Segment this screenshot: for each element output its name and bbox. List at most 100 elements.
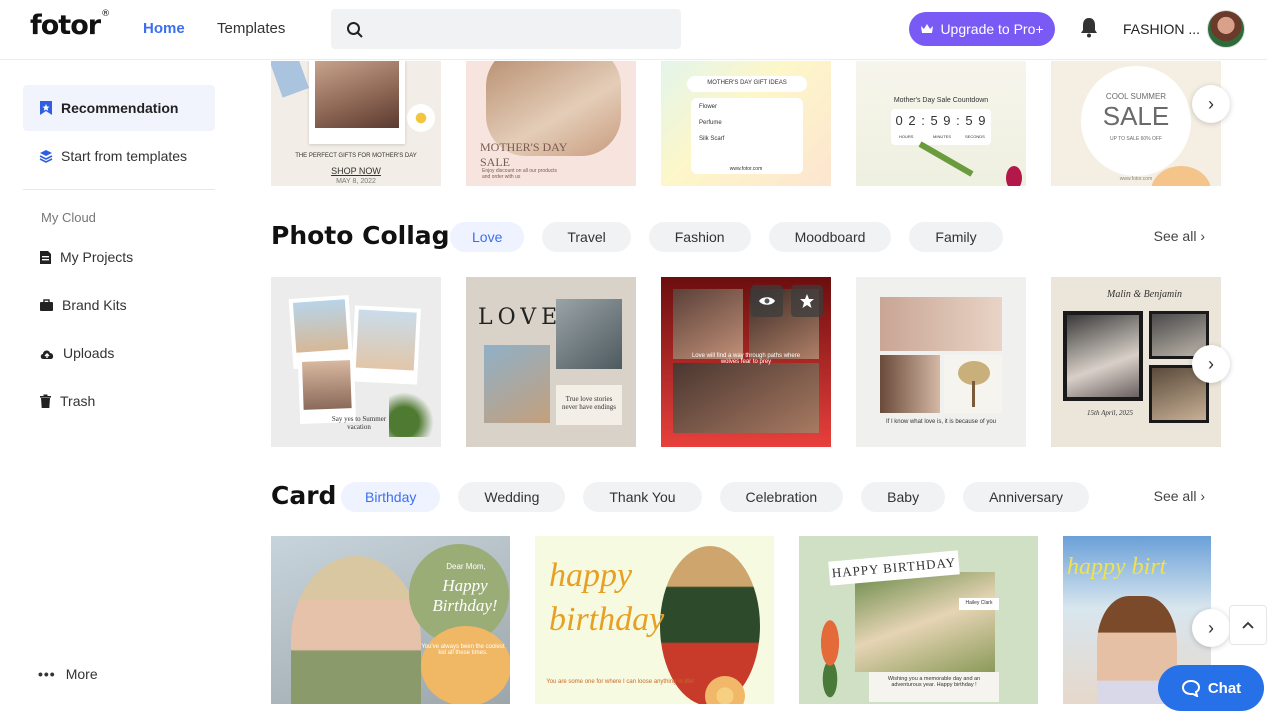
- template-card[interactable]: Mother's Day Sale Countdown 0 2 : 5 9 : …: [856, 61, 1026, 186]
- preview-button[interactable]: [751, 285, 783, 317]
- chip-birthday[interactable]: Birthday: [341, 482, 441, 512]
- list-item: Perfume: [699, 120, 722, 126]
- couple-photo: [673, 363, 819, 433]
- collage-template[interactable]: LOVE True love stories never have ending…: [466, 277, 636, 447]
- sidebar-item-start-from-templates[interactable]: Start from templates: [23, 133, 215, 179]
- scroll-to-top-button[interactable]: [1229, 605, 1267, 645]
- more-dots-icon: •••: [38, 666, 56, 682]
- template-header-pill: MOTHER'S DAY GIFT IDEAS: [687, 76, 807, 92]
- collage-caption: If I know what love is, it is because of…: [885, 419, 997, 425]
- list-item: Flower: [699, 104, 718, 110]
- see-all-link[interactable]: See all ›: [1154, 488, 1205, 504]
- sidebar-item-recommendation[interactable]: Recommendation: [23, 85, 215, 131]
- nav-templates[interactable]: Templates: [217, 20, 285, 37]
- collage-caption: Say yes to Summer vacation: [331, 415, 387, 431]
- eye-icon: [759, 297, 775, 305]
- chat-button[interactable]: Chat: [1158, 665, 1264, 711]
- favorite-button[interactable]: [791, 285, 823, 317]
- star-icon: [800, 294, 814, 308]
- name-tag: Hailey Clark: [959, 598, 999, 610]
- collage-template[interactable]: Love will find a way through paths where…: [661, 277, 831, 447]
- sidebar-item-trash[interactable]: Trash: [23, 378, 215, 424]
- note-paper: True love stories never have endings: [556, 385, 622, 425]
- card-tag: Hailey Clark: [965, 600, 993, 606]
- card-body: You've always been the coolest kid all t…: [421, 644, 505, 656]
- chip-love[interactable]: Love: [450, 222, 525, 252]
- collage-row: Say yes to Summer vacation LOVE True lov…: [271, 277, 1221, 447]
- template-url: www.fotor.com: [1119, 176, 1153, 182]
- chip-moodboard[interactable]: Moodboard: [768, 222, 892, 252]
- card-template[interactable]: HAPPY BIRTHDAY Hailey Clark Wishing you …: [799, 536, 1038, 704]
- trash-icon: [40, 394, 51, 408]
- sidebar-item-uploads[interactable]: Uploads: [23, 330, 215, 376]
- nav-home[interactable]: Home: [143, 20, 185, 37]
- chip-celebration[interactable]: Celebration: [719, 482, 844, 512]
- portrait-photo: [880, 297, 1002, 351]
- see-all-label: See all: [1153, 488, 1197, 504]
- card-title: Happy Birthday!: [432, 576, 498, 615]
- paint-stroke: [271, 61, 309, 98]
- collage-template[interactable]: If I know what love is, it is because of…: [856, 277, 1026, 447]
- upgrade-button[interactable]: Upgrade to Pro+: [909, 12, 1055, 46]
- chip-baby[interactable]: Baby: [861, 482, 946, 512]
- chip-anniversary[interactable]: Anniversary: [963, 482, 1089, 512]
- search-input[interactable]: [375, 9, 665, 49]
- couple-photo: [484, 345, 550, 423]
- chevron-right-icon: ›: [1208, 617, 1214, 638]
- template-card[interactable]: THE PERFECT GIFTS FOR MOTHER'S DAY SHOP …: [271, 61, 441, 186]
- woman-photo: [855, 572, 995, 672]
- template-header: MOTHER'S DAY GIFT IDEAS: [707, 80, 787, 86]
- list-item: Silk Scarf: [699, 136, 725, 142]
- sidebar-item-my-projects[interactable]: My Projects: [23, 234, 215, 280]
- crown-icon: [921, 24, 934, 33]
- card-template[interactable]: Dear Mom, Happy Birthday! You've always …: [271, 536, 510, 704]
- sidebar-item-brand-kits[interactable]: Brand Kits: [23, 282, 215, 328]
- chip-travel[interactable]: Travel: [542, 222, 631, 252]
- unit-label: SECONDS: [965, 134, 985, 139]
- template-card[interactable]: MOTHER'S DAY SALE Enjoy discount on all …: [466, 61, 636, 186]
- sidebar-item-label: Brand Kits: [62, 297, 127, 313]
- next-arrow-button[interactable]: ›: [1192, 85, 1230, 123]
- portrait-photo: [880, 355, 940, 413]
- avatar[interactable]: [1207, 10, 1245, 48]
- chevron-up-icon: [1242, 621, 1254, 629]
- leaf: [918, 141, 974, 177]
- sidebar-item-label: Uploads: [63, 345, 115, 361]
- template-card[interactable]: MOTHER'S DAY GIFT IDEAS Flower Perfume S…: [661, 61, 831, 186]
- search-icon: [347, 22, 363, 38]
- search-bar[interactable]: [331, 9, 681, 49]
- couple-photo: [556, 299, 622, 369]
- see-all-link[interactable]: See all ›: [1154, 228, 1205, 244]
- document-icon: [40, 250, 51, 264]
- template-line: THE PERFECT GIFTS FOR MOTHER'S DAY: [295, 153, 417, 159]
- collage-word: LOVE: [478, 305, 563, 330]
- star-bookmark-icon: [40, 101, 52, 115]
- portrait-photo: [315, 61, 399, 128]
- card-filter-chips: Birthday Wedding Thank You Celebration B…: [341, 482, 1089, 512]
- next-arrow-button[interactable]: ›: [1192, 345, 1230, 383]
- chevron-right-icon: ›: [1208, 353, 1214, 374]
- collage-template[interactable]: Say yes to Summer vacation: [271, 277, 441, 447]
- more-button[interactable]: ••• More: [38, 666, 98, 682]
- sidebar-item-label: Recommendation: [61, 100, 179, 116]
- card-body: You are some one for where I can loose a…: [546, 679, 694, 685]
- next-arrow-button[interactable]: ›: [1192, 609, 1230, 647]
- chip-fashion[interactable]: Fashion: [648, 222, 751, 252]
- tulip-flower: [1006, 166, 1022, 186]
- template-card[interactable]: COOL SUMMER SALE UP TO SALE 60% OFF www.…: [1051, 61, 1221, 186]
- account-name[interactable]: FASHION ...: [1123, 21, 1200, 37]
- chip-thank-you[interactable]: Thank You: [583, 482, 702, 512]
- top-bar: fotor® Home Templates Upgrade to Pro+ FA…: [0, 0, 1267, 60]
- collage-caption: Love will find a way through paths where…: [691, 353, 801, 365]
- countdown-box: 0 2 : 5 9 : 5 9 HOURS MINUTES SECONDS: [891, 109, 991, 145]
- chevron-right-icon: ›: [1200, 488, 1205, 504]
- chip-family[interactable]: Family: [909, 222, 1003, 252]
- photo-frame: [309, 61, 405, 144]
- wedding-photo: [1063, 311, 1143, 401]
- see-all-label: See all: [1153, 228, 1197, 244]
- collage-names: Malin & Benjamin: [1107, 289, 1182, 300]
- card-template[interactable]: happy birthday You are some one for wher…: [535, 536, 774, 704]
- chip-wedding[interactable]: Wedding: [458, 482, 566, 512]
- fotor-logo[interactable]: fotor®: [30, 9, 110, 41]
- notification-bell-icon[interactable]: [1079, 16, 1099, 38]
